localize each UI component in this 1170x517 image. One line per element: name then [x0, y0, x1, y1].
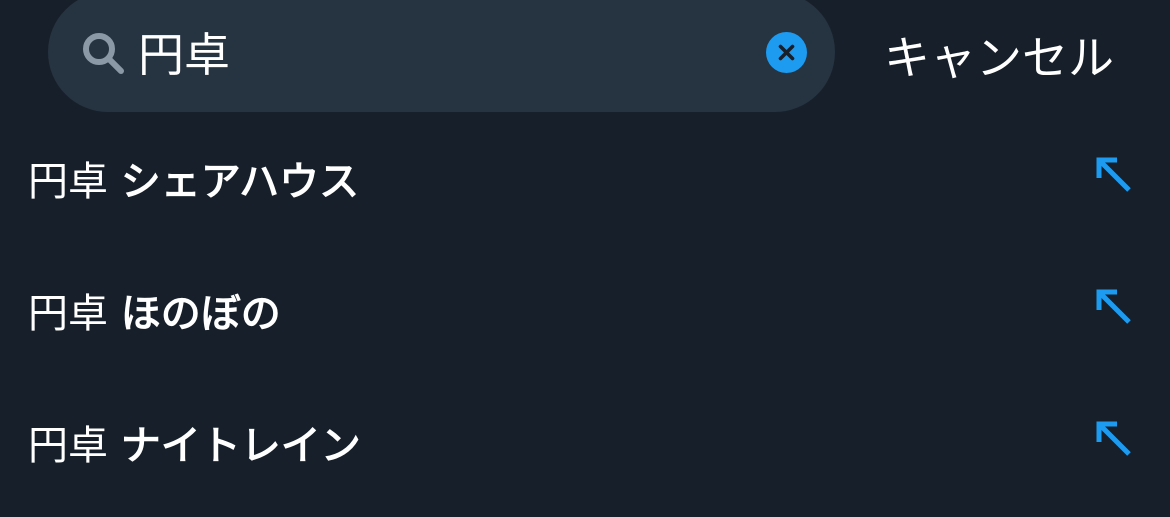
fill-arrow-up-left-icon[interactable]: [1093, 154, 1135, 196]
suggestion-query: 円卓: [28, 291, 108, 337]
clear-search-button[interactable]: [766, 32, 807, 73]
suggestion-label: 円卓 ナイトレイン: [28, 413, 361, 471]
suggestion-completion: ナイトレイン: [120, 423, 361, 469]
suggestion-item[interactable]: 円卓 シェアハウス: [0, 125, 1170, 245]
clear-x-icon: [778, 44, 795, 61]
search-icon: [83, 33, 124, 74]
suggestion-label: 円卓 ほのぼの: [28, 281, 281, 339]
suggestion-query: 円卓: [28, 423, 108, 469]
search-input[interactable]: [138, 24, 738, 80]
suggestion-completion: シェアハウス: [120, 159, 360, 205]
fill-arrow-up-left-icon[interactable]: [1093, 286, 1135, 328]
suggestion-item[interactable]: 円卓 ほのぼの: [0, 257, 1170, 377]
cancel-button[interactable]: キャンセル: [884, 22, 1114, 88]
suggestion-item[interactable]: 円卓 ナイトレイン: [0, 389, 1170, 509]
suggestion-completion: ほのぼの: [120, 291, 281, 337]
suggestion-query: 円卓: [28, 159, 108, 205]
suggestion-label: 円卓 シェアハウス: [28, 149, 359, 207]
fill-arrow-up-left-icon[interactable]: [1093, 418, 1135, 460]
